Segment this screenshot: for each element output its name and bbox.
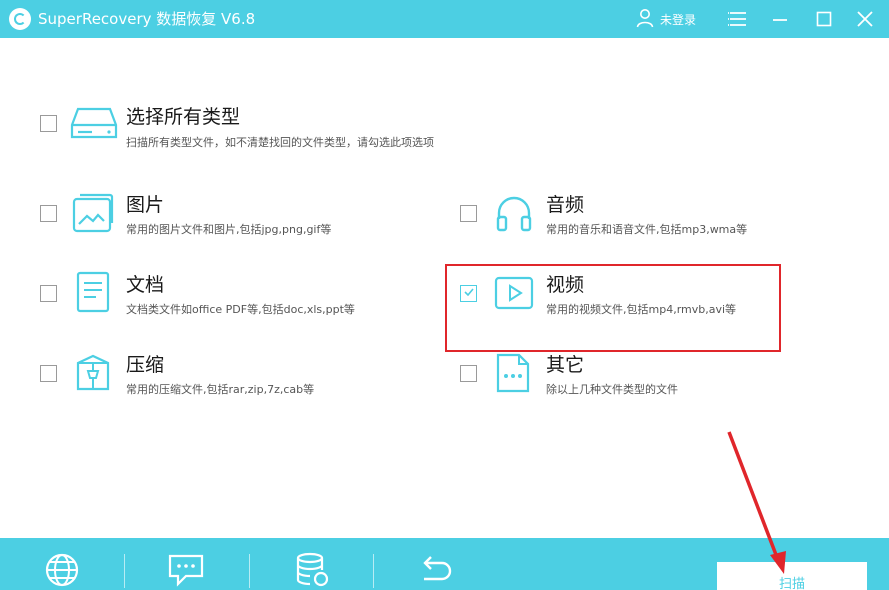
scan-button[interactable]: 扫描: [717, 562, 867, 590]
option-title: 音频: [546, 194, 585, 216]
option-title: 图片: [126, 194, 165, 216]
back-icon[interactable]: [416, 550, 456, 590]
toolbar-separator: [373, 554, 374, 588]
option-title: 文档: [126, 274, 165, 296]
minimize-icon[interactable]: [767, 6, 793, 32]
close-icon[interactable]: [852, 6, 878, 32]
option-desc: 常用的音乐和语音文件,包括mp3,wma等: [546, 223, 748, 236]
login-status[interactable]: 未登录: [660, 11, 696, 28]
user-icon[interactable]: [636, 8, 654, 28]
other-file-icon: [496, 353, 530, 393]
checkbox-all-types[interactable]: [40, 115, 57, 132]
option-desc: 除以上几种文件类型的文件: [546, 383, 678, 396]
disk-drive-icon: [70, 107, 118, 139]
image-icon: [72, 193, 114, 233]
document-icon: [76, 271, 110, 313]
option-desc: 文档类文件如office PDF等,包括doc,xls,ppt等: [126, 303, 355, 316]
toolbar-separator: [124, 554, 125, 588]
checkbox-audio[interactable]: [460, 205, 477, 222]
option-title: 选择所有类型: [126, 106, 241, 128]
chat-icon[interactable]: [166, 550, 206, 590]
title-bar: SuperRecovery 数据恢复 V6.8 未登录: [0, 0, 889, 38]
checkbox-archive[interactable]: [40, 365, 57, 382]
maximize-icon[interactable]: [811, 6, 837, 32]
headphones-icon: [496, 196, 532, 232]
menu-icon[interactable]: [725, 6, 751, 32]
option-desc: 扫描所有类型文件，如不清楚找回的文件类型，请勾选此项选项: [126, 136, 434, 149]
video-highlight-annotation: [445, 264, 781, 352]
checkbox-image[interactable]: [40, 205, 57, 222]
checkbox-other[interactable]: [460, 365, 477, 382]
app-logo-icon: [9, 8, 31, 30]
archive-icon: [76, 354, 110, 391]
globe-icon[interactable]: [42, 550, 82, 590]
app-title: SuperRecovery 数据恢复 V6.8: [38, 10, 256, 28]
option-title: 压缩: [126, 354, 165, 376]
toolbar-separator: [249, 554, 250, 588]
checkbox-document[interactable]: [40, 285, 57, 302]
option-desc: 常用的压缩文件,包括rar,zip,7z,cab等: [126, 383, 315, 396]
database-icon[interactable]: [292, 550, 332, 590]
option-desc: 常用的图片文件和图片,包括jpg,png,gif等: [126, 223, 332, 236]
option-title: 其它: [546, 354, 585, 376]
